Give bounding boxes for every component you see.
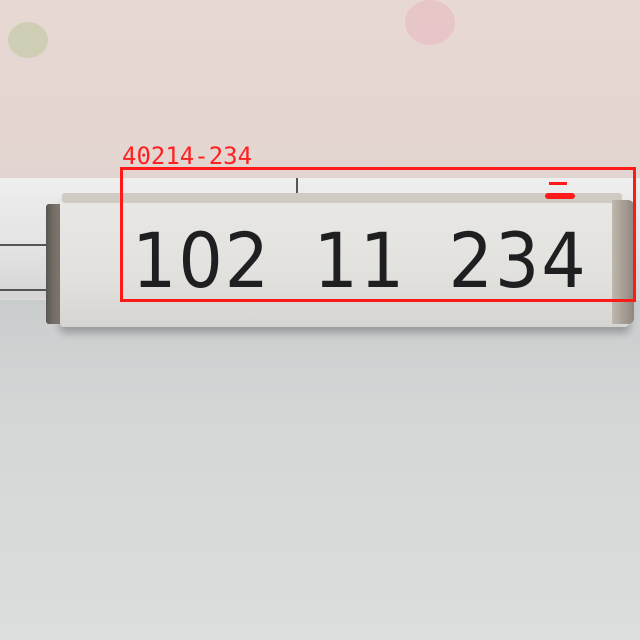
mark-bar <box>549 182 567 185</box>
wallpaper-pattern <box>8 22 48 58</box>
wallpaper-background <box>0 0 640 185</box>
table-surface <box>0 300 640 640</box>
detection-small-mark <box>545 182 575 200</box>
mark-box <box>545 193 575 199</box>
photo-scene: 102 11 234 40214-234 <box>0 0 640 640</box>
wallpaper-pattern <box>405 0 455 45</box>
detection-label: 40214-234 <box>122 142 253 170</box>
